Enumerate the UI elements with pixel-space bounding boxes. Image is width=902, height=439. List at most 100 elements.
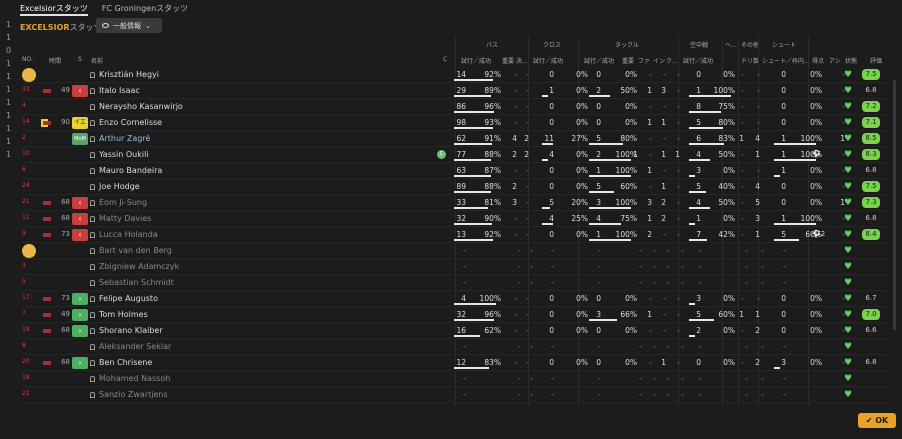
cross-success-bar [542, 159, 548, 161]
col-pass-att[interactable]: 試行／成功 [461, 56, 491, 66]
table-row[interactable]: 17 73 › Felipe Augusto 4 100% - -0 0% 0 0% - - - -3 0% -… [22, 291, 888, 307]
tackle-attempts: 5 [596, 134, 601, 143]
rating-badge: 6.8 [865, 86, 877, 94]
player-number: 20 [22, 358, 30, 365]
table-row[interactable]: 10 Yassin Oukili C 77 88% 2 2 4 0% 2 100% 1-1 1 4 50% -… [22, 147, 888, 163]
view-dropdown[interactable]: 一般情報 ⌄ [96, 18, 162, 33]
player-name[interactable]: Felipe Augusto [90, 294, 158, 303]
player-number: 10 [22, 150, 30, 157]
condition-heart-icon: ♥ [844, 294, 853, 304]
shot-success-bar [774, 239, 800, 241]
cross-success: 0% [576, 86, 588, 95]
pass-success: 90% [484, 214, 501, 223]
player-name[interactable]: Arthur Zagré [90, 134, 150, 143]
player-name[interactable]: Bart van den Berg [90, 246, 172, 255]
table-row[interactable]: 20 68 › Ben Chrisene 12 83% - -0 0% 0 0% - -1-0 0% -2 3… [22, 355, 888, 371]
col-foul[interactable]: ファ [638, 56, 650, 66]
table-row[interactable]: 33 49 ‹ Italo Isaac 29 89% - -1 0% 2 50% -1 3-1 100% -… [22, 83, 888, 99]
col-pass-ke[interactable]: 決... [516, 56, 528, 66]
col-s[interactable]: S [78, 56, 82, 66]
player-number: 22 [22, 390, 30, 397]
col-goals[interactable]: 得点 [812, 56, 824, 66]
player-name[interactable]: Zbigniew Adamczyk [90, 262, 179, 271]
interceptions: - [663, 102, 666, 111]
col-pass-imp[interactable]: 重要 [502, 56, 514, 66]
col-status[interactable]: 状態 [845, 56, 857, 66]
player-name[interactable]: Ben Chrisene [90, 358, 152, 367]
table-row[interactable]: 4 Neraysho Kasanwirjo 86 96% - -0 0% 0 0% - - - -8 75… [22, 99, 888, 115]
col-intercept[interactable]: イン [653, 56, 665, 66]
table-row[interactable]: 6 Mauro Bandeira 63 87% - -0 0% 1 100% -1- -3 0% - -1… [22, 163, 888, 179]
tackle-attempts: 0 [596, 118, 601, 127]
player-name[interactable]: Mohamed Nassoh [90, 374, 170, 383]
table-row[interactable]: 7 49 › Tom Holmes 32 96% - -0 0% 3 66% -1- -5 60% 1 1 0 0… [22, 307, 888, 323]
table-row[interactable]: 18 Mohamed Nassoh - - - - - - - - - - - - - - ♥ [22, 371, 888, 387]
player-name[interactable]: Italo Isaac [90, 86, 140, 95]
player-name[interactable]: Krisztián Hegyi [90, 70, 159, 79]
player-name[interactable]: Enzo Cornelisse [90, 118, 162, 127]
chances-created: - [526, 310, 529, 319]
col-cross-att[interactable]: 試行／成功 [533, 56, 563, 66]
player-name[interactable]: Mauro Bandeira [90, 166, 162, 175]
player-name[interactable]: Eom Ji-Sung [90, 198, 147, 207]
person-icon [90, 72, 95, 78]
table-row[interactable]: 11 68 ‹ Matty Davies 32 90% - -4 25% 4 75% -1 2-1 0% -… [22, 211, 888, 227]
col-name[interactable]: 名前 [91, 56, 103, 66]
key-tackles: - [635, 310, 638, 319]
table-row[interactable]: 9 73 ‹ Lucca Holanda 13 92% - -0 0% 1 100% -2- -7 42%… [22, 227, 888, 243]
scrollbar[interactable] [893, 80, 896, 330]
shot-success: 0% [810, 294, 822, 303]
stat-value: - [698, 246, 701, 255]
table-row[interactable]: Krisztián Hegyi 14 92% - -0 0% 0 0% - - - -0 0% - -0 0%… [22, 67, 888, 83]
player-name[interactable]: Tom Holmes [90, 310, 148, 319]
col-dribble[interactable]: ドリ数 [741, 56, 759, 66]
pass-success: 88% [484, 150, 501, 159]
left-number: 1 [6, 98, 12, 107]
col-assist[interactable]: アシ [829, 56, 841, 66]
fouls: - [649, 102, 652, 111]
player-name[interactable]: Joe Hodge [90, 182, 140, 191]
table-row[interactable]: 22 Sanzio Zwartjens - - - - - - - - - - - - - - ♥ [22, 387, 888, 403]
clearances: - [677, 134, 680, 143]
aerial-success: 0% [723, 326, 735, 335]
table-row[interactable]: 8 Aleksander Seklar - - - - - - - - - - - - - - ♥ [22, 339, 888, 355]
key-passes: - [514, 294, 517, 303]
col-tackle-imp[interactable]: 重要 [622, 56, 634, 66]
stat-value: - [598, 390, 601, 399]
col-rating[interactable]: 評価 [870, 56, 882, 66]
aerial-attempts: 3 [696, 166, 701, 175]
table-row[interactable]: 24 Joe Hodge 89 88% 2-0 0% 5 60% - -1-5 40% -4 0 0% - ♥… [22, 179, 888, 195]
table-row[interactable]: 5 Sebastian Schmidt - - - - - - - - - - - - - - ♥ [22, 275, 888, 291]
player-name[interactable]: Aleksander Seklar [90, 342, 171, 351]
aerial-success-bar [689, 159, 710, 161]
col-c[interactable]: C [443, 56, 447, 66]
tab-groningen[interactable]: FC Groningenスタッツ [102, 0, 188, 16]
player-name[interactable]: Lucca Holanda [90, 230, 158, 239]
table-row[interactable]: 21 68 ‹ Eom Ji-Sung 33 81% 3-5 20% 3 100% -3 2-4 50%… [22, 195, 888, 211]
ok-button[interactable]: ✔ OK [858, 413, 896, 428]
player-number: 17 [22, 294, 30, 301]
table-row[interactable]: Bart van den Berg - - - - - - - - - - - - - - ♥ [22, 243, 888, 259]
table-row[interactable]: 19 68 › Shorano Klaiber 16 62% - -0 0% 0 0% - - - -2 0%… [22, 323, 888, 339]
player-name[interactable]: Matty Davies [90, 214, 151, 223]
aerial-success: 80% [718, 118, 735, 127]
table-row[interactable]: 3 Zbigniew Adamczyk - - - - - - - - - - - - - - ♥ [22, 259, 888, 275]
dribbles: - [757, 70, 760, 79]
col-no[interactable]: NO. [22, 56, 33, 66]
player-name[interactable]: Sebastian Schmidt [90, 278, 174, 287]
player-name[interactable]: Yassin Oukili [90, 150, 149, 159]
player-name[interactable]: Shorano Klaiber [90, 326, 163, 335]
player-name[interactable]: Sanzio Zwartjens [90, 390, 168, 399]
col-tackle-att[interactable]: 試行／成功 [584, 56, 614, 66]
player-name[interactable]: Neraysho Kasanwirjo [90, 102, 183, 111]
col-aerial-att[interactable]: 試行／成功 [683, 56, 713, 66]
col-clear[interactable]: ク... [666, 56, 678, 66]
col-time[interactable]: 時間 [49, 56, 61, 66]
col-shot-att[interactable]: シュート／枠内... [762, 56, 810, 66]
tackle-success-bar [589, 143, 623, 145]
condition-heart-icon: ♥ [844, 230, 853, 240]
table-row[interactable]: 14 90 イエ Enzo Cornelisse 98 93% - -0 0% 0 0% -1 1-5 8… [22, 115, 888, 131]
table-row[interactable]: 2 MoM Arthur Zagré 62 91% 4 2 11 27% 5 80% - - - -6 83%… [22, 131, 888, 147]
tab-excelsior[interactable]: Excelsiorスタッツ [20, 0, 88, 16]
shot-success-bar [774, 367, 780, 369]
